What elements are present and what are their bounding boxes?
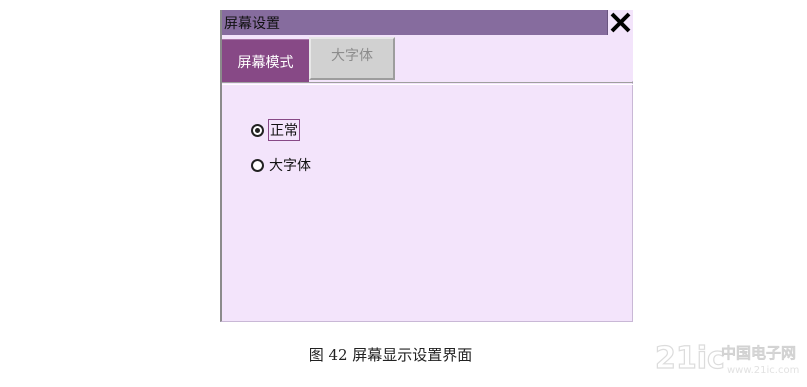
svg-text:21ic: 21ic bbox=[655, 341, 725, 376]
radio-button[interactable] bbox=[251, 158, 264, 172]
radio-option-large-font[interactable]: 大字体 bbox=[251, 155, 311, 175]
close-icon bbox=[610, 12, 631, 33]
radio-option-normal[interactable]: 正常 bbox=[251, 119, 300, 141]
radio-button-selected[interactable] bbox=[251, 123, 264, 137]
radio-option-normal-label: 正常 bbox=[268, 119, 300, 141]
watermark-logo: 21ic 中国电子网 www.21ic.com bbox=[654, 340, 799, 376]
tab-divider bbox=[222, 82, 633, 85]
close-button[interactable] bbox=[607, 10, 633, 35]
svg-text:www.21ic.com: www.21ic.com bbox=[727, 365, 799, 376]
page: 屏幕设置 屏幕模式 大字体 正常 大字体 图 42 屏幕显示设置界面 21ic … bbox=[0, 0, 807, 387]
radio-option-large-font-label: 大字体 bbox=[269, 158, 311, 174]
svg-text:中国电子网: 中国电子网 bbox=[721, 344, 796, 362]
tab-screen-mode-label: 屏幕模式 bbox=[237, 54, 294, 71]
window-title: 屏幕设置 bbox=[224, 16, 280, 32]
tab-large-font[interactable]: 大字体 bbox=[309, 37, 395, 80]
tab-large-font-label: 大字体 bbox=[331, 47, 373, 64]
screen-settings-window: 屏幕设置 屏幕模式 大字体 正常 大字体 bbox=[220, 10, 633, 322]
tab-strip: 屏幕模式 大字体 bbox=[222, 35, 633, 83]
tab-screen-mode[interactable]: 屏幕模式 bbox=[222, 39, 309, 83]
radio-selected-dot bbox=[255, 127, 260, 133]
title-bar: 屏幕设置 bbox=[222, 10, 633, 35]
